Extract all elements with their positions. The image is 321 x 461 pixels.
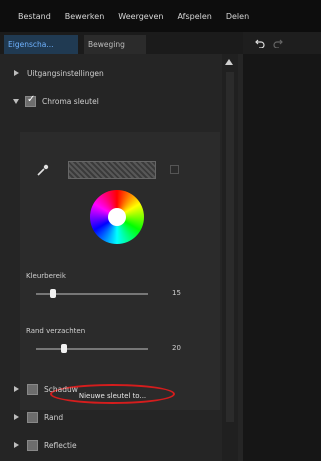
menu-bestand[interactable]: Bestand <box>18 12 51 21</box>
menu-weergeven[interactable]: Weergeven <box>118 12 163 21</box>
kleurbereik-value: 15 <box>172 289 181 297</box>
section-label: Uitgangsinstellingen <box>27 68 104 78</box>
kleurbereik-label: Kleurbereik <box>26 272 66 280</box>
section-label: Reflectie <box>44 440 77 450</box>
preview-pane <box>243 32 321 461</box>
undo-icon[interactable] <box>255 38 265 48</box>
scroll-up-arrow-icon[interactable] <box>225 59 233 65</box>
collapse-arrow-icon[interactable] <box>13 98 19 104</box>
rand-verzachten-slider-thumb[interactable] <box>61 344 67 353</box>
menu-bewerken[interactable]: Bewerken <box>65 12 105 21</box>
menu-afspelen[interactable]: Afspelen <box>177 12 211 21</box>
reflectie-checkbox[interactable] <box>27 439 38 451</box>
rand-verzachten-slider-track[interactable] <box>36 348 148 350</box>
color-wheel[interactable] <box>90 190 144 244</box>
tab-beweging[interactable]: Beweging <box>84 35 146 54</box>
chroma-settings-panel: Kleurbereik 15 Rand verzachten 20 Nieuwe… <box>20 132 220 410</box>
chroma-checkbox[interactable] <box>25 94 36 107</box>
scrollbar[interactable] <box>222 54 238 461</box>
section-schaduw[interactable]: Schaduw <box>0 376 222 402</box>
menu-delen[interactable]: Delen <box>226 12 249 21</box>
properties-pane: Eigenscha... Beweging Uitgangsinstelling… <box>0 32 243 461</box>
color-wheel-center <box>108 208 126 226</box>
section-reflectie[interactable]: Reflectie <box>0 432 222 458</box>
rand-verzachten-value: 20 <box>172 344 181 352</box>
section-uitgangsinstellingen[interactable]: Uitgangsinstellingen <box>0 60 222 86</box>
section-rand[interactable]: Rand <box>0 404 222 430</box>
key-color-swatch[interactable] <box>68 161 156 179</box>
tab-eigenschappen[interactable]: Eigenscha... <box>4 35 78 54</box>
section-label: Schaduw <box>44 384 78 394</box>
color-dropdown-icon[interactable] <box>170 165 179 174</box>
eyedropper-icon[interactable] <box>36 163 50 177</box>
preview-toolbar <box>243 32 321 54</box>
expand-arrow-icon[interactable] <box>14 70 19 76</box>
section-label: Rand <box>44 412 64 422</box>
tab-bar: Eigenscha... Beweging <box>0 32 243 54</box>
schaduw-checkbox[interactable] <box>27 383 38 395</box>
expand-arrow-icon[interactable] <box>14 414 19 420</box>
scroll-thumb[interactable] <box>226 72 234 422</box>
section-chroma-sleutel[interactable]: Chroma sleutel <box>0 88 222 114</box>
rand-verzachten-label: Rand verzachten <box>26 327 86 335</box>
section-label: Chroma sleutel <box>42 96 99 106</box>
menu-bar: Bestand Bewerken Weergeven Afspelen Dele… <box>0 0 321 32</box>
expand-arrow-icon[interactable] <box>14 386 19 392</box>
expand-arrow-icon[interactable] <box>14 442 19 448</box>
kleurbereik-slider-thumb[interactable] <box>49 289 56 298</box>
rand-checkbox[interactable] <box>27 411 38 423</box>
redo-icon[interactable] <box>273 38 283 48</box>
